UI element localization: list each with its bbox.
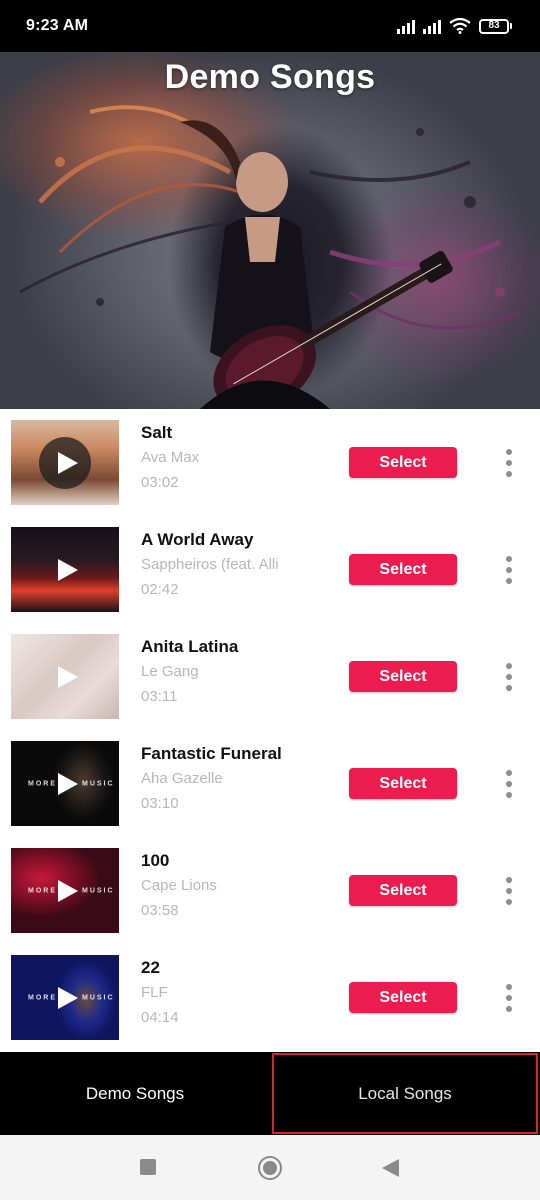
song-thumbnail[interactable]: MORE MUSIC xyxy=(11,741,119,826)
select-button[interactable]: Select xyxy=(349,982,457,1013)
status-time: 9:23 AM xyxy=(26,17,89,34)
song-title: 22 xyxy=(141,958,160,977)
tab-label: Demo Songs xyxy=(85,1083,185,1103)
list-item[interactable]: Salt Ava Max 03:02 Select xyxy=(0,409,540,516)
song-duration: 03:58 xyxy=(141,902,179,919)
list-item[interactable]: A World Away Sappheiros (feat. Alli 02:4… xyxy=(0,516,540,623)
song-duration: 03:10 xyxy=(141,795,179,812)
play-icon xyxy=(58,451,78,474)
select-button[interactable]: Select xyxy=(349,447,457,478)
tab-demo-songs[interactable]: Demo Songs xyxy=(0,1052,270,1135)
play-icon xyxy=(58,879,78,902)
song-title: Fantastic Funeral xyxy=(141,744,282,763)
select-button[interactable]: Select xyxy=(349,875,457,906)
system-nav-bar xyxy=(0,1135,540,1200)
song-thumbnail[interactable] xyxy=(11,634,119,719)
thumb-overlay-text: MUSIC xyxy=(82,887,115,894)
select-button[interactable]: Select xyxy=(349,768,457,799)
song-title: A World Away xyxy=(141,530,254,549)
song-artist: Aha Gazelle xyxy=(141,770,223,787)
song-artist: FLF xyxy=(141,984,168,1001)
list-item[interactable]: MORE MUSIC Fantastic Funeral Aha Gazelle… xyxy=(0,730,540,837)
status-icons: 83 xyxy=(397,18,512,34)
more-options-icon[interactable] xyxy=(500,663,518,691)
header-banner: Demo Songs xyxy=(0,52,540,409)
song-title: Anita Latina xyxy=(141,637,239,656)
guitarist-artwork xyxy=(19,105,521,409)
thumb-overlay-text: MORE xyxy=(28,887,57,894)
song-duration: 02:42 xyxy=(141,581,179,598)
home-icon[interactable] xyxy=(258,1156,282,1180)
signal-icon xyxy=(397,18,415,34)
song-thumbnail[interactable] xyxy=(11,420,119,505)
song-thumbnail[interactable]: MORE MUSIC xyxy=(11,848,119,933)
select-button[interactable]: Select xyxy=(349,554,457,585)
play-icon xyxy=(58,558,78,581)
play-icon xyxy=(58,665,78,688)
bottom-tab-bar: Demo Songs Local Songs xyxy=(0,1052,540,1135)
thumb-overlay-text: MORE xyxy=(28,780,57,787)
play-icon xyxy=(58,986,78,1009)
status-bar: 9:23 AM 83 xyxy=(0,0,540,52)
song-artist: Sappheiros (feat. Alli xyxy=(141,556,279,573)
song-thumbnail[interactable]: MORE MUSIC xyxy=(11,955,119,1040)
song-artist: Le Gang xyxy=(141,663,199,680)
page-title: Demo Songs xyxy=(164,58,376,96)
more-options-icon[interactable] xyxy=(500,556,518,584)
song-title: 100 xyxy=(141,851,170,870)
more-options-icon[interactable] xyxy=(500,449,518,477)
more-options-icon[interactable] xyxy=(500,984,518,1012)
screen: 9:23 AM 83 Demo Songs Salt Ava Max 03:02… xyxy=(0,0,540,1200)
song-title: Salt xyxy=(141,423,173,442)
highlight-box xyxy=(272,1053,538,1134)
wifi-icon xyxy=(449,18,471,34)
battery-icon: 83 xyxy=(479,18,512,34)
list-item[interactable]: MORE MUSIC 100 Cape Lions 03:58 Select xyxy=(0,837,540,944)
list-item[interactable]: MORE MUSIC 22 FLF 04:14 Select xyxy=(0,944,540,1051)
play-icon xyxy=(58,772,78,795)
more-options-icon[interactable] xyxy=(500,877,518,905)
song-artist: Cape Lions xyxy=(141,877,217,894)
list-item[interactable]: Anita Latina Le Gang 03:11 Select xyxy=(0,623,540,730)
back-icon[interactable] xyxy=(382,1159,399,1177)
signal-icon xyxy=(423,18,441,34)
song-duration: 03:11 xyxy=(141,688,178,705)
tab-local-songs[interactable]: Local Songs xyxy=(270,1052,540,1135)
song-duration: 03:02 xyxy=(141,474,179,491)
thumb-overlay-text: MUSIC xyxy=(82,994,115,1001)
song-artist: Ava Max xyxy=(141,449,200,466)
more-options-icon[interactable] xyxy=(500,770,518,798)
select-button[interactable]: Select xyxy=(349,661,457,692)
thumb-overlay-text: MUSIC xyxy=(82,780,115,787)
song-thumbnail[interactable] xyxy=(11,527,119,612)
song-duration: 04:14 xyxy=(141,1009,179,1026)
song-list[interactable]: Salt Ava Max 03:02 Select A World Away S… xyxy=(0,409,540,1052)
battery-level: 83 xyxy=(479,18,509,34)
recents-icon[interactable] xyxy=(140,1159,156,1175)
thumb-overlay-text: MORE xyxy=(28,994,57,1001)
